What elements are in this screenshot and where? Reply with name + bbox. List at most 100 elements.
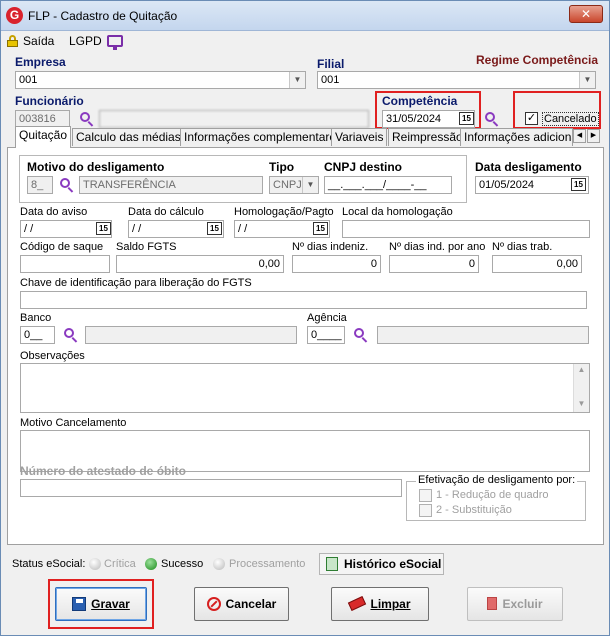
banco-code-field[interactable]: 0__ (20, 326, 55, 344)
trash-icon (487, 597, 498, 611)
search-icon[interactable] (353, 327, 369, 343)
motivo-desc-field: TRANSFERÊNCIA (79, 176, 263, 194)
dias-trab-label: Nº dias trab. (492, 241, 553, 253)
codigo-saque-field[interactable] (20, 255, 110, 273)
search-icon[interactable] (63, 327, 79, 343)
sucesso-status-icon (145, 558, 157, 570)
tab-scroll-right-icon[interactable]: ▶ (587, 129, 600, 143)
efetivacao-label: Efetivação de desligamento por: (416, 474, 578, 486)
tab-quitacao[interactable]: Quitação (15, 126, 72, 148)
status-esocial-bar: Status eSocial: Crítica Sucesso Processa… (7, 551, 604, 577)
calendar-icon[interactable]: 15 (459, 112, 474, 125)
tab-calculo-medias[interactable]: Calculo das médias (72, 128, 185, 146)
motivo-code-field[interactable]: 8_ (27, 176, 53, 194)
processamento-label: Processamento (229, 558, 306, 570)
floppy-disk-icon (72, 596, 87, 611)
chevron-down-icon[interactable]: ▼ (579, 72, 595, 88)
cancelar-button[interactable]: Cancelar (194, 587, 289, 621)
status-esocial-label: Status eSocial: (12, 558, 86, 570)
lock-icon (7, 35, 18, 47)
observacoes-label: Observações (20, 350, 85, 362)
close-button[interactable]: ✕ (569, 5, 603, 23)
limpar-button[interactable]: Limpar (331, 587, 429, 621)
homologacao-label: Homologação/Pagto (234, 206, 334, 218)
sucesso-label: Sucesso (161, 558, 204, 570)
menu-exit[interactable]: Saída (23, 32, 54, 50)
banco-name-field (85, 326, 297, 344)
observacoes-textarea[interactable]: ▲ ▼ (20, 363, 590, 413)
empresa-select[interactable]: 001 ▼ (15, 71, 306, 89)
funcionario-label: Funcionário (15, 94, 84, 108)
excluir-button[interactable]: Excluir (467, 587, 563, 621)
menu-lgpd[interactable]: LGPD (69, 32, 102, 50)
historico-esocial-button[interactable]: Histórico eSocial (319, 553, 444, 575)
excluir-label: Excluir (502, 597, 543, 611)
calendar-icon[interactable]: 15 (96, 222, 111, 235)
search-icon[interactable] (484, 111, 500, 127)
critica-label: Crítica (104, 558, 136, 570)
calendar-icon[interactable]: 15 (571, 178, 586, 191)
chevron-down-icon[interactable]: ▼ (289, 72, 305, 88)
search-icon[interactable] (79, 111, 95, 127)
agencia-label: Agência (307, 312, 347, 324)
cnpj-destino-label: CNPJ destino (324, 160, 403, 174)
tipo-select[interactable]: CNPJ ▼ (269, 176, 319, 194)
funcionario-name-field (99, 110, 369, 128)
cancelado-label: Cancelado (542, 112, 599, 126)
critica-status-icon (89, 558, 101, 570)
local-homologacao-field[interactable] (342, 220, 590, 238)
substituicao-checkbox[interactable] (419, 504, 432, 517)
motivo-cancelamento-label: Motivo Cancelamento (20, 417, 127, 429)
calendar-icon[interactable]: 15 (207, 222, 222, 235)
dias-indeniz-field[interactable]: 0 (292, 255, 381, 273)
dias-ind-ano-label: Nº dias ind. por ano (389, 241, 486, 253)
tab-informacoes-complementares[interactable]: Informações complementares (180, 128, 347, 146)
filial-select[interactable]: 001 ▼ (317, 71, 596, 89)
saldo-fgts-label: Saldo FGTS (116, 241, 177, 253)
gravar-button[interactable]: Gravar (55, 587, 147, 621)
cancelar-label: Cancelar (225, 597, 277, 611)
empresa-value: 001 (19, 74, 38, 86)
atestado-obito-field[interactable] (20, 479, 402, 497)
cancel-icon (206, 596, 221, 611)
chevron-down-icon[interactable]: ▼ (302, 177, 318, 193)
chave-fgts-field[interactable] (20, 291, 587, 309)
agencia-code-field[interactable]: 0____ (307, 326, 345, 344)
dias-ind-ano-field[interactable]: 0 (389, 255, 479, 273)
atestado-obito-label: Número do atestado de óbito (20, 464, 187, 478)
tipo-label: Tipo (269, 160, 295, 174)
document-icon (326, 557, 338, 571)
banco-label: Banco (20, 312, 52, 324)
saldo-fgts-field[interactable]: 0,00 (116, 255, 284, 273)
motivo-desligamento-label: Motivo do desligamento (27, 160, 165, 174)
cancelado-checkbox[interactable]: ✓ (525, 112, 538, 125)
scroll-up-icon[interactable]: ▲ (574, 365, 589, 377)
cnpj-destino-field[interactable]: __.___.___/____-__ (324, 176, 452, 194)
tab-variaveis[interactable]: Variaveis (331, 128, 388, 146)
menu-bar: Saída LGPD (1, 32, 609, 50)
dias-trab-field[interactable]: 0,00 (492, 255, 582, 273)
local-homologacao-label: Local da homologação (342, 206, 453, 218)
search-icon[interactable] (59, 177, 75, 193)
observacoes-scrollbar[interactable]: ▲ ▼ (573, 364, 589, 412)
substituicao-label: 2 - Substituição (436, 504, 512, 516)
competencia-label: Competência (382, 94, 458, 108)
empresa-label: Empresa (15, 55, 66, 69)
monitor-icon[interactable] (107, 35, 123, 50)
reducao-quadro-checkbox[interactable] (419, 489, 432, 502)
filial-label: Filial (317, 57, 345, 71)
tab-informacoes-adicionais[interactable]: Informações adicionais (460, 128, 573, 146)
tipo-value: CNPJ (273, 179, 302, 191)
tab-reimpressao[interactable]: Reimpressão (388, 128, 467, 146)
tab-scroll-left-icon[interactable]: ◀ (573, 129, 586, 143)
eraser-icon (348, 596, 367, 612)
calendar-icon[interactable]: 15 (313, 222, 328, 235)
data-aviso-label: Data do aviso (20, 206, 88, 218)
main-window: G FLP - Cadastro de Quitação ✕ Saída LGP… (0, 0, 610, 636)
processamento-status-icon (213, 558, 225, 570)
regime-competencia-label: Regime Competência (476, 53, 599, 67)
scroll-down-icon[interactable]: ▼ (574, 399, 589, 411)
gravar-label: Gravar (91, 597, 130, 611)
filial-value: 001 (321, 74, 340, 86)
competencia-value: 31/05/2024 (386, 113, 442, 125)
